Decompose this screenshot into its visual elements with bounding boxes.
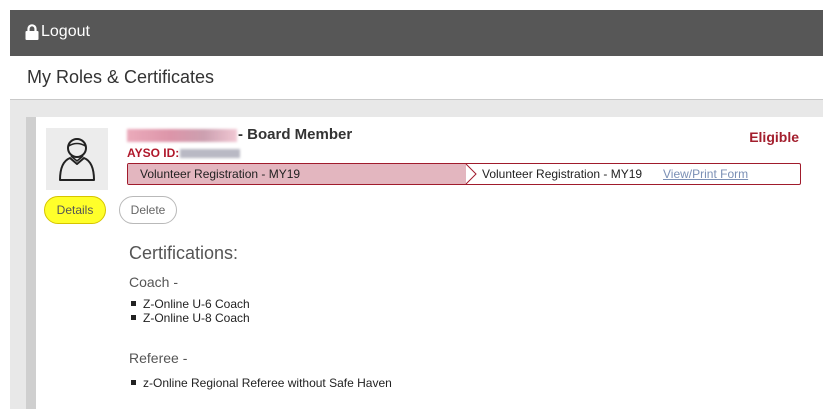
coach-label: Coach - [129,274,179,290]
logout-label: Logout [41,23,90,40]
logout-button[interactable]: Logout [25,23,90,41]
coach-cert-list: Z-Online U-6 Coach Z-Online U-8 Coach [131,297,250,325]
view-print-form-link[interactable]: View/Print Form [663,167,748,181]
progress-step-1: Volunteer Registration - MY19 [140,167,301,181]
progress-step-2: Volunteer Registration - MY19 [482,167,643,181]
top-nav-bar: Logout [10,10,823,56]
referee-cert-list: z-Online Regional Referee without Safe H… [131,376,392,390]
coach-cert-1: Z-Online U-6 Coach [143,297,250,311]
status-badge: Eligible [749,129,799,145]
list-item: z-Online Regional Referee without Safe H… [131,376,392,390]
referee-label: Referee - [129,350,188,366]
list-item: Z-Online U-8 Coach [131,311,250,325]
lock-icon [25,24,41,40]
registration-progress: Volunteer Registration - MY19 Volunteer … [127,163,801,185]
member-name-redacted [127,129,237,142]
referee-cert-1: z-Online Regional Referee without Safe H… [143,376,392,390]
ayso-id-redacted [180,149,240,158]
page-title: My Roles & Certificates [27,67,215,87]
details-button[interactable]: Details [44,196,106,224]
certifications-heading: Certifications: [129,243,239,263]
ayso-id-label: AYSO ID: [127,146,180,160]
coach-cert-2: Z-Online U-8 Coach [143,311,250,325]
page-header: My Roles & Certificates [10,56,823,100]
user-avatar-icon [46,128,108,190]
list-item: Z-Online U-6 Coach [131,297,250,311]
role-title: - Board Member [238,126,353,143]
delete-button[interactable]: Delete [119,196,177,224]
